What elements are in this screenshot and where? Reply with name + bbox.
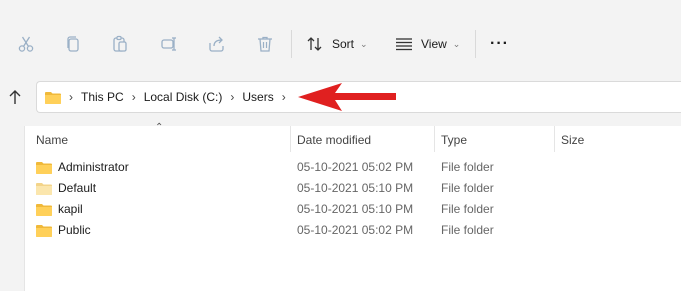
row-name: Default [36,178,96,198]
row-name: Public [36,220,91,240]
column-divider[interactable] [434,126,435,152]
toolbar-divider [475,30,476,58]
rename-icon[interactable] [155,30,183,58]
sort-ascending-icon: ⌃ [155,122,164,133]
row-name: kapil [36,199,83,219]
breadcrumb: › This PC › Local Disk (C:) › Users › [61,90,294,104]
row-name: Administrator [36,157,129,177]
chevron-down-icon: ⌄ [360,38,368,49]
toolbar-divider [291,30,292,58]
folder-icon [36,182,52,195]
view-label: View [421,37,447,51]
cut-icon[interactable] [12,30,40,58]
file-name: Default [58,181,97,195]
view-list-icon [396,38,412,51]
table-row[interactable]: Public 05-10-2021 05:02 PM File folder [36,220,681,240]
row-date: 05-10-2021 05:02 PM [297,223,414,237]
row-type: File folder [441,181,494,195]
navigation-pane [0,126,25,291]
file-name: Public [58,223,91,237]
folder-icon [36,161,52,174]
sort-label: Sort [332,37,355,51]
chevron-right-icon[interactable]: › [230,90,234,104]
folder-icon [36,224,52,237]
chevron-right-icon[interactable]: › [132,90,136,104]
more-options-button[interactable]: ··· [490,31,509,57]
breadcrumb-users[interactable]: Users [242,90,273,104]
paste-icon[interactable] [106,30,134,58]
file-name: kapil [58,202,83,216]
folder-icon [45,91,61,104]
chevron-right-icon[interactable]: › [282,90,286,104]
column-header-size[interactable]: Size [561,128,584,152]
chevron-down-icon: ⌄ [452,38,461,49]
table-row[interactable]: Default 05-10-2021 05:10 PM File folder [36,178,681,198]
view-button[interactable]: View ⌄ [395,31,460,57]
row-date: 05-10-2021 05:10 PM [297,181,414,195]
row-type: File folder [441,223,494,237]
column-header-date[interactable]: Date modified [297,128,371,152]
column-header-name[interactable]: Name [36,128,68,152]
share-icon[interactable] [202,30,230,58]
row-type: File folder [441,202,494,216]
up-arrow-icon[interactable] [5,86,25,108]
table-row[interactable]: Administrator 05-10-2021 05:02 PM File f… [36,157,681,177]
breadcrumb-local-disk[interactable]: Local Disk (C:) [144,90,223,104]
row-date: 05-10-2021 05:02 PM [297,160,414,174]
red-arrow-annotation [298,83,396,111]
file-name: Administrator [58,160,129,174]
column-divider[interactable] [554,126,555,152]
folder-icon [36,203,52,216]
delete-icon[interactable] [251,30,279,58]
row-date: 05-10-2021 05:10 PM [297,202,414,216]
breadcrumb-this-pc[interactable]: This PC [81,90,124,104]
table-row[interactable]: kapil 05-10-2021 05:10 PM File folder [36,199,681,219]
row-type: File folder [441,160,494,174]
column-divider[interactable] [290,126,291,152]
chevron-right-icon[interactable]: › [69,90,73,104]
command-bar: Sort ⌄ View ⌄ ··· [0,0,681,73]
copy-icon[interactable] [59,30,87,58]
sort-icon [307,37,322,51]
column-header-type[interactable]: Type [441,128,467,152]
sort-button[interactable]: Sort ⌄ [306,31,368,57]
